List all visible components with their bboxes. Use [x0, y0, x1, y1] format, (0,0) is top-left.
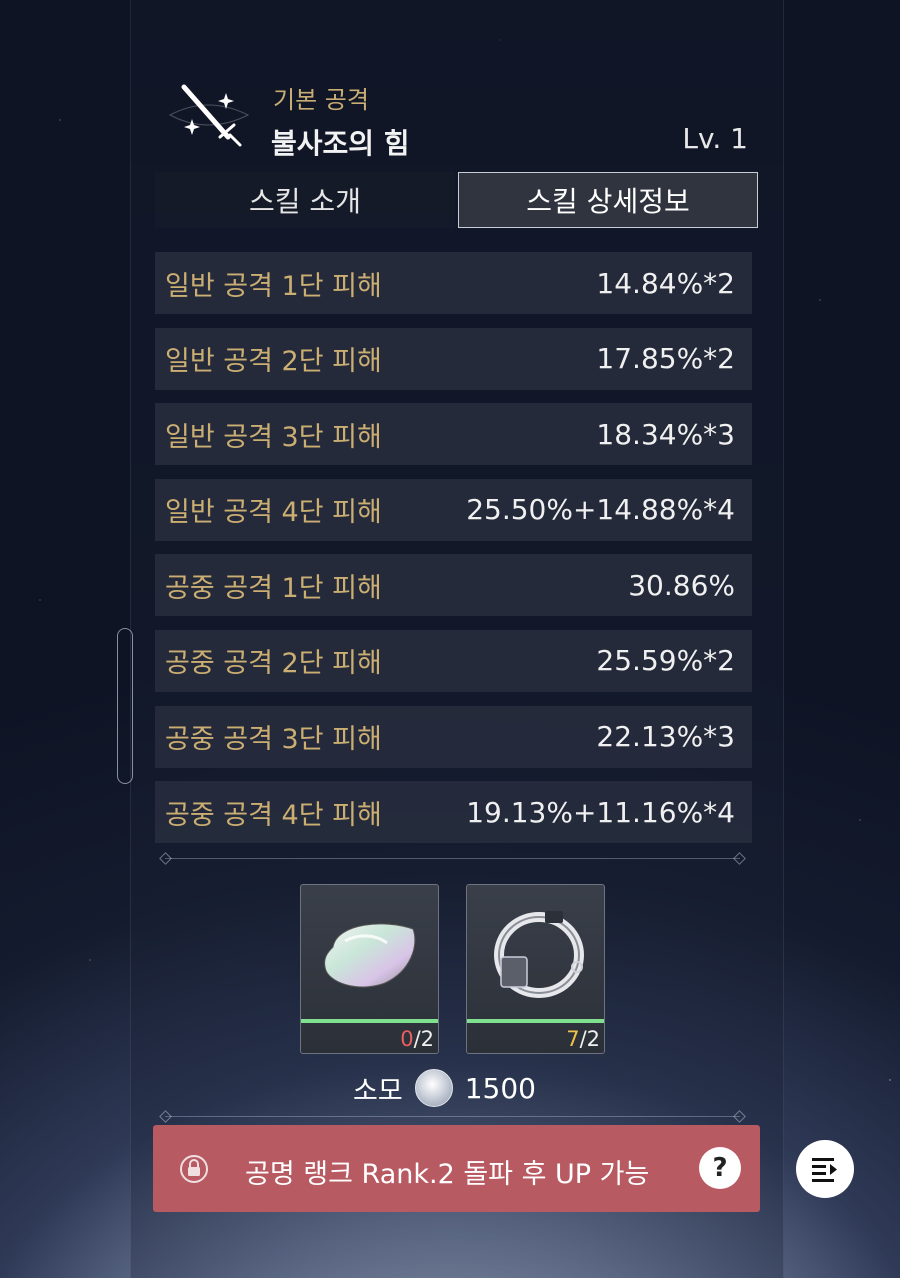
material-slot-ring[interactable]: 7/2 — [466, 884, 605, 1054]
stat-value: 14.84%*2 — [596, 266, 735, 300]
question-icon: ? — [712, 1153, 728, 1183]
stat-label: 공중 공격 3단 피해 — [165, 724, 382, 756]
stat-row: 일반 공격 2단 피해 17.85%*2 — [155, 327, 752, 390]
progress-bar — [467, 1019, 604, 1023]
iridescent-shell-icon — [324, 923, 416, 988]
material-count: 7/2 — [566, 1027, 600, 1051]
stat-label: 일반 공격 2단 피해 — [165, 346, 382, 378]
tab-skill-intro[interactable]: 스킬 소개 — [155, 172, 455, 228]
stat-value: 22.13%*3 — [596, 720, 735, 754]
stat-value: 17.85%*2 — [596, 342, 735, 376]
stat-row: 공중 공격 1단 피해 30.86% — [155, 554, 752, 617]
sword-icon — [168, 84, 250, 147]
divider — [165, 858, 740, 859]
stat-value: 25.59%*2 — [596, 644, 735, 678]
stat-value: 25.50%+14.88%*4 — [466, 493, 735, 527]
skill-level: Lv. 1 — [682, 122, 748, 155]
stat-row: 일반 공격 3단 피해 18.34%*3 — [155, 403, 752, 466]
cost-value: 1500 — [464, 1071, 536, 1105]
scrollbar[interactable] — [117, 628, 133, 784]
cost-label: 소모 — [353, 1075, 403, 1107]
stat-label: 일반 공격 3단 피해 — [165, 421, 382, 453]
upgrade-button-locked[interactable]: 공명 랭크 Rank.2 돌파 후 UP 가능 ? — [153, 1125, 760, 1212]
stat-label: 공중 공격 4단 피해 — [165, 799, 382, 831]
divider — [165, 1116, 740, 1117]
tab-bar: 스킬 소개 스킬 상세정보 — [155, 172, 758, 228]
stat-label: 공중 공격 1단 피해 — [165, 572, 382, 604]
material-count: 0/2 — [400, 1027, 434, 1051]
stat-row: 공중 공격 4단 피해 19.13%+11.16%*4 — [155, 781, 752, 844]
metal-ring-icon — [494, 911, 584, 998]
skill-name: 불사조의 힘 — [271, 127, 410, 160]
lock-icon — [180, 1155, 208, 1183]
tab-skill-detail[interactable]: 스킬 상세정보 — [458, 172, 758, 228]
stat-row: 공중 공격 3단 피해 22.13%*3 — [155, 705, 752, 768]
progress-bar — [301, 1019, 438, 1023]
stat-row: 공중 공격 2단 피해 25.59%*2 — [155, 629, 752, 692]
stat-value: 19.13%+11.16%*4 — [466, 795, 735, 829]
stat-label: 일반 공격 4단 피해 — [165, 497, 382, 529]
help-button[interactable]: ? — [699, 1147, 741, 1189]
skill-category: 기본 공격 — [273, 86, 369, 114]
stat-label: 일반 공격 1단 피해 — [165, 270, 382, 302]
stat-list: 일반 공격 1단 피해 14.84%*2 일반 공격 2단 피해 17.85%*… — [155, 252, 752, 857]
stat-value: 18.34%*3 — [596, 417, 735, 451]
stat-row: 일반 공격 4단 피해 25.50%+14.88%*4 — [155, 478, 752, 541]
material-slot-shell[interactable]: 0/2 — [300, 884, 439, 1054]
stat-value: 30.86% — [628, 568, 735, 602]
upgrade-requirement-text: 공명 랭크 Rank.2 돌파 후 UP 가능 — [245, 1159, 650, 1190]
coin-icon — [414, 1069, 453, 1107]
list-menu-icon — [812, 1158, 837, 1182]
stat-label: 공중 공격 2단 피해 — [165, 648, 382, 680]
menu-button[interactable] — [796, 1140, 854, 1198]
cost-display: 소모 1500 — [353, 1068, 536, 1108]
stat-row: 일반 공격 1단 피해 14.84%*2 — [155, 252, 752, 314]
